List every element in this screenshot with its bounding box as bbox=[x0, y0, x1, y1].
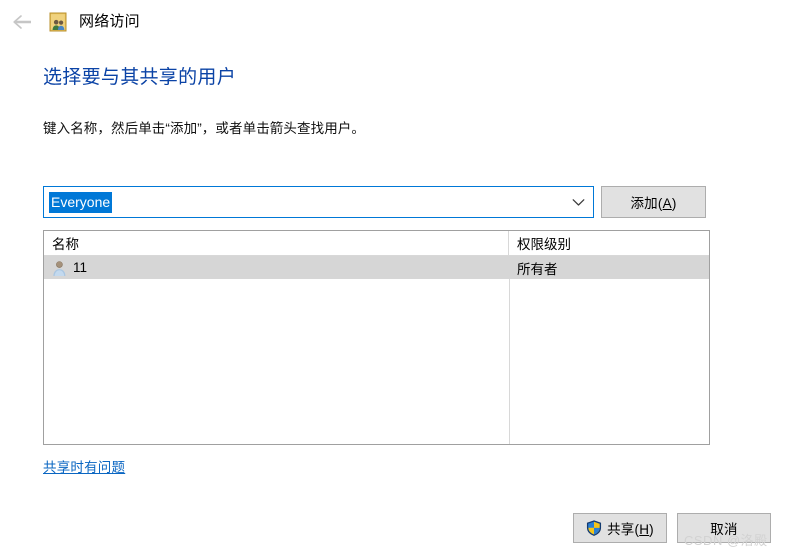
chevron-down-icon[interactable] bbox=[563, 187, 593, 217]
list-header: 名称 权限级别 bbox=[44, 231, 709, 256]
window-title: 网络访问 bbox=[79, 13, 140, 30]
column-header-name[interactable]: 名称 bbox=[44, 231, 509, 255]
row-permission-cell: 所有者 bbox=[517, 261, 558, 277]
user-combobox[interactable]: Everyone bbox=[43, 186, 594, 218]
column-divider bbox=[509, 256, 510, 444]
cancel-button-label: 取消 bbox=[710, 522, 738, 537]
user-combobox-selected-text: Everyone bbox=[49, 191, 113, 213]
row-name-text: 11 bbox=[73, 259, 88, 275]
back-button[interactable] bbox=[0, 0, 46, 44]
title-bar: 网络访问 bbox=[0, 0, 785, 44]
share-button-label: 共享(H) bbox=[607, 522, 654, 537]
row-name-cell: 11 bbox=[44, 256, 509, 279]
user-icon bbox=[52, 260, 67, 276]
page-title: 选择要与其共享的用户 bbox=[43, 67, 237, 88]
shared-users-list[interactable]: 名称 权限级别 11 所有者 bbox=[43, 230, 710, 445]
trouble-sharing-link[interactable]: 共享时有问题 bbox=[43, 456, 125, 476]
list-body: 11 所有者 bbox=[44, 256, 709, 444]
uac-shield-icon bbox=[586, 520, 602, 536]
share-button[interactable]: 共享(H) bbox=[573, 513, 667, 543]
back-arrow-icon bbox=[12, 14, 34, 30]
add-button-label: 添加(A) bbox=[630, 196, 677, 211]
table-row[interactable]: 11 所有者 bbox=[44, 256, 709, 279]
column-header-permission[interactable]: 权限级别 bbox=[509, 231, 709, 255]
add-button[interactable]: 添加(A) bbox=[601, 186, 706, 218]
network-share-users-icon bbox=[46, 10, 70, 34]
cancel-button[interactable]: 取消 bbox=[677, 513, 771, 543]
user-combobox-input[interactable]: Everyone bbox=[44, 191, 563, 213]
instruction-text: 键入名称，然后单击“添加”，或者单击箭头查找用户。 bbox=[43, 121, 365, 136]
